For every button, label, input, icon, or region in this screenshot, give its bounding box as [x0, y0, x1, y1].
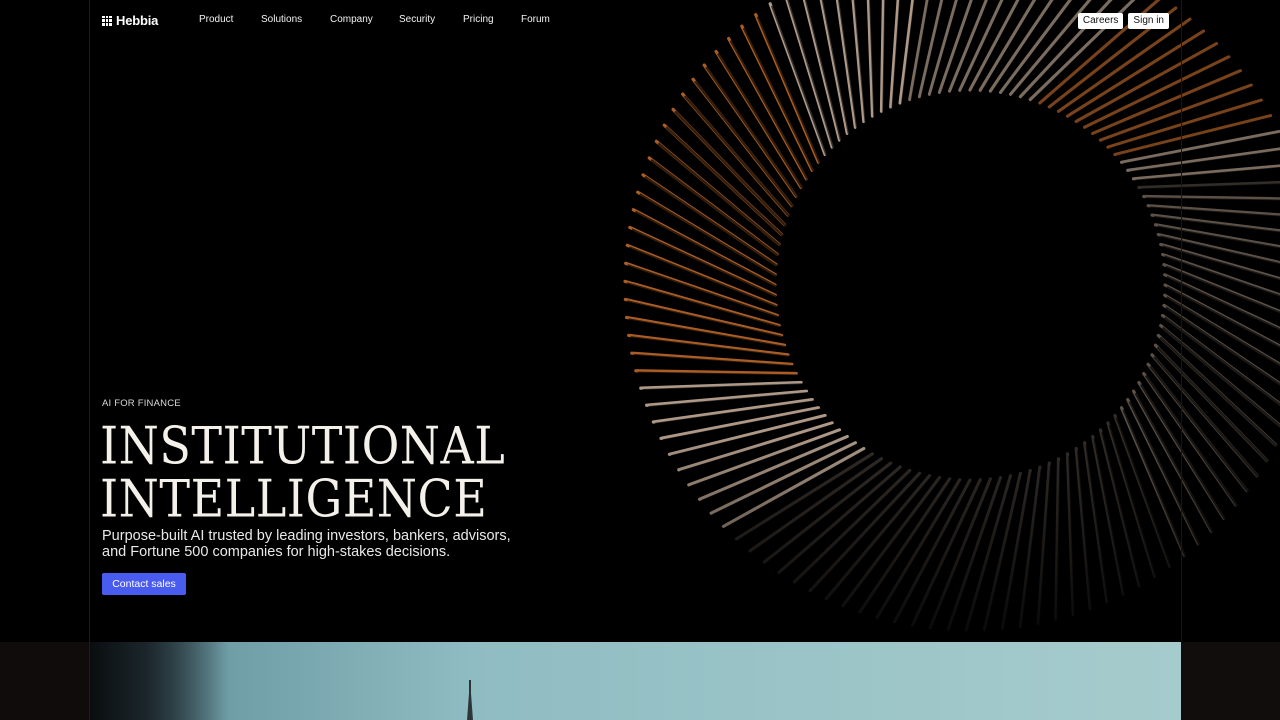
nav-links: Product Solutions Company Security Prici…: [199, 14, 550, 25]
hero-subtitle: Purpose-built AI trusted by leading inve…: [102, 528, 511, 560]
nav-link-product[interactable]: Product: [199, 14, 261, 25]
sky-photo-shadow: [90, 642, 230, 720]
nav-link-pricing[interactable]: Pricing: [463, 14, 521, 25]
hero-eyebrow: AI FOR FINANCE: [102, 398, 181, 409]
antenna-silhouette: [469, 680, 471, 720]
right-margin: [1181, 642, 1280, 720]
frame-divider-left: [89, 0, 90, 720]
nav-link-security[interactable]: Security: [399, 14, 463, 25]
contact-sales-button[interactable]: Contact sales: [102, 573, 186, 595]
hero-section: Hebbia Product Solutions Company Securit…: [0, 0, 1280, 642]
nav-link-forum[interactable]: Forum: [521, 14, 550, 25]
nav-link-company[interactable]: Company: [330, 14, 399, 25]
headline-line-2: INTELLIGENCE: [100, 468, 488, 529]
hero-headline: INSTITUTIONAL INTELLIGENCE: [100, 415, 506, 529]
grid-logo-icon: [102, 15, 112, 26]
careers-button[interactable]: Careers: [1077, 13, 1124, 29]
hebbia-logo[interactable]: Hebbia: [102, 13, 158, 28]
turbine-image: [540, 0, 1280, 642]
nav-actions: Careers Sign in: [1077, 13, 1169, 29]
next-section-image: [0, 642, 1280, 720]
sign-in-button[interactable]: Sign in: [1128, 13, 1169, 29]
logo-text: Hebbia: [116, 13, 159, 28]
sky-photo: [90, 642, 1181, 720]
top-navigation: Hebbia Product Solutions Company Securit…: [0, 0, 1280, 42]
nav-link-solutions[interactable]: Solutions: [261, 14, 330, 25]
frame-divider-right: [1181, 0, 1182, 642]
headline-line-1: INSTITUTIONAL: [100, 415, 506, 476]
